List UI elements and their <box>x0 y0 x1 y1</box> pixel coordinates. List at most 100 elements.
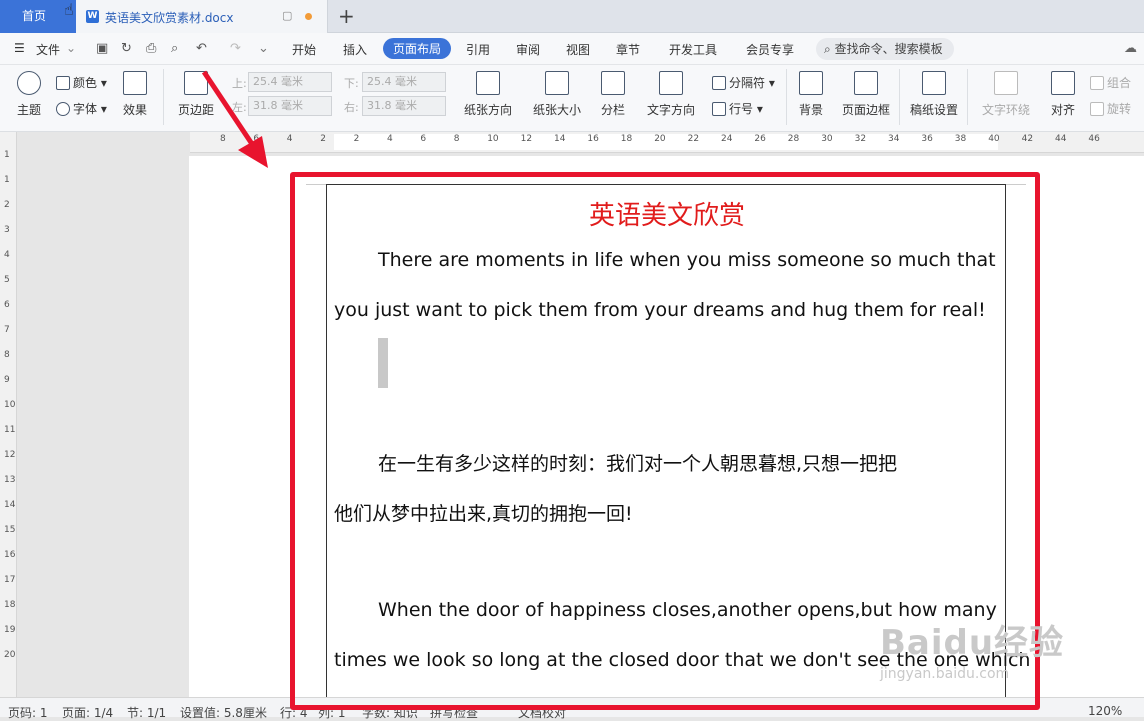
ruler-tick-label: 46 <box>1088 134 1100 144</box>
menu-member[interactable]: 会员专享 <box>746 41 794 58</box>
ruler-tick-label: 44 <box>1055 134 1067 144</box>
vertical-ruler[interactable]: 1 1 2 3 4 5 6 7 8 9 10 11 12 13 14 15 16 17 18 19 20 <box>0 132 17 697</box>
ruler-tick-label: 2 <box>320 134 326 144</box>
status-pages: 页面: 1/4 <box>62 706 114 720</box>
tab-document[interactable]: W 英语美文欣赏素材.docx ▢ <box>76 0 328 33</box>
ruler-tick-label: 15 <box>4 525 16 535</box>
orientation-icon <box>476 71 500 95</box>
print-icon[interactable]: ⎙ <box>146 41 156 56</box>
mouse-pointer-icon: ☝ <box>64 0 74 19</box>
paper-size-button[interactable]: 纸张大小 <box>529 71 585 118</box>
ruler-tick-label: 1 <box>4 175 10 185</box>
redo-icon[interactable]: ↷ <box>230 41 241 56</box>
background-button[interactable]: 背景 <box>796 71 826 118</box>
text-wrap-button[interactable]: 文字环绕 <box>978 71 1034 118</box>
ruler-tick-label: 16 <box>4 550 16 560</box>
status-setting: 设置值: 5.8厘米 <box>180 706 267 720</box>
menu-view[interactable]: 视图 <box>566 41 590 58</box>
rotate-icon <box>1090 102 1104 116</box>
font-button[interactable]: 字体 ▾ <box>56 100 107 117</box>
save-icon[interactable]: ▣ <box>96 41 108 56</box>
color-button[interactable]: 颜色 ▾ <box>56 74 107 91</box>
separator-button[interactable]: 分隔符 ▾ <box>712 74 775 91</box>
ruler-tick-label: 16 <box>587 134 599 144</box>
document-heading[interactable]: 英语美文欣赏 <box>327 195 1007 232</box>
columns-icon <box>601 71 625 95</box>
status-words[interactable]: 字数: 知识 <box>362 704 418 721</box>
ruler-tick-label: 11 <box>4 425 16 435</box>
menu-section[interactable]: 章节 <box>616 41 640 58</box>
rotate-button[interactable]: 旋转 <box>1090 100 1131 117</box>
margin-corner-mark <box>1006 184 1026 185</box>
zoom-level[interactable]: 120% <box>1088 704 1122 718</box>
text-direction-button[interactable]: 文字方向 <box>643 71 699 118</box>
ruler-tick-label: 40 <box>988 134 1000 144</box>
text-line: There are moments in life when you miss … <box>378 249 996 271</box>
paper-settings-button[interactable]: 稿纸设置 <box>908 71 960 118</box>
menu-developer[interactable]: 开发工具 <box>669 41 717 58</box>
ruler-tick-label: 6 <box>420 134 427 144</box>
margin-corner-mark <box>306 184 326 185</box>
columns-button[interactable]: 分栏 <box>598 71 628 118</box>
ruler-tick-label: 14 <box>554 134 566 144</box>
page-border-icon <box>854 71 878 95</box>
ruler-tick-label: 14 <box>4 500 16 510</box>
horizontal-ruler[interactable]: 8 6 4 2 2 4 6 8 10 12 14 16 18 20 22 24 26 28 30 32 34 36 38 40… <box>190 132 1144 153</box>
paper-size-icon <box>545 71 569 95</box>
ruler-tick-label: 20 <box>654 134 666 144</box>
ruler-tick-label: 42 <box>1021 134 1034 144</box>
theme-button[interactable]: 主题 <box>12 71 46 118</box>
ruler-tick-label: 34 <box>888 134 900 144</box>
pin-icon[interactable]: ▢ <box>282 9 292 22</box>
ruler-tick-label: 2 <box>4 200 10 210</box>
status-col: 列: 1 <box>318 706 346 720</box>
status-section: 节: 1/1 <box>127 706 167 720</box>
left-margin-input[interactable]: 31.8 毫米 <box>248 96 332 116</box>
ruler-tick-label: 4 <box>4 250 10 260</box>
margins-button[interactable]: 页边距 <box>174 71 218 118</box>
ruler-tick-label: 3 <box>4 225 10 235</box>
quick-access-more-icon[interactable]: ⌄ <box>258 41 269 56</box>
menu-start[interactable]: 开始 <box>292 41 316 58</box>
align-icon <box>1051 71 1075 95</box>
status-bar: 页码: 1 页面: 1/4 节: 1/1 设置值: 5.8厘米 行: 4 列: … <box>0 697 1144 720</box>
spell-check-toggle[interactable]: 拼写检查 <box>430 704 478 721</box>
command-search[interactable]: ⌕ 查找命令、搜索模板 <box>816 38 954 60</box>
effect-button[interactable]: 效果 <box>118 71 152 118</box>
menu-review[interactable]: 审阅 <box>516 41 540 58</box>
ruler-tick-label: 13 <box>4 475 16 485</box>
doc-check-toggle[interactable]: 文档校对 <box>518 704 566 721</box>
new-tab-button[interactable]: + <box>338 4 355 28</box>
group-button[interactable]: 组合 <box>1090 74 1131 91</box>
page-border-button[interactable]: 页面边框 <box>840 71 892 118</box>
ruler-tick-label: 12 <box>520 134 533 144</box>
palette-icon <box>17 71 41 95</box>
text-line: 他们从梦中拉出来,真切的拥抱一回! <box>334 503 633 525</box>
text-direction-icon <box>659 71 683 95</box>
ruler-tick-label: 26 <box>754 134 766 144</box>
export-icon[interactable]: ↻ <box>121 41 132 56</box>
bottom-margin-input[interactable]: 25.4 毫米 <box>362 72 446 92</box>
chevron-down-icon[interactable]: ⌄ <box>66 41 76 55</box>
top-margin-input[interactable]: 25.4 毫米 <box>248 72 332 92</box>
line-number-button[interactable]: 行号 ▾ <box>712 100 763 117</box>
orientation-button[interactable]: 纸张方向 <box>460 71 516 118</box>
grid-paper-icon <box>922 71 946 95</box>
menu-insert[interactable]: 插入 <box>343 41 367 58</box>
ruler-tick-label: 24 <box>721 134 733 144</box>
right-margin-label: 右: <box>344 101 359 114</box>
watermark-brand: Baidu经验 <box>880 623 1065 663</box>
ribbon-divider <box>786 69 787 125</box>
file-menu-icon[interactable]: ☰ <box>14 41 25 55</box>
undo-icon[interactable]: ↶ <box>196 41 207 56</box>
print-preview-icon[interactable]: ⌕ <box>171 41 178 56</box>
menu-references[interactable]: 引用 <box>466 41 490 58</box>
ribbon-page-layout: 主题 颜色 ▾ 字体 ▾ 效果 页边距 上: 25.4 毫米 左: 31.8 毫… <box>0 65 1144 132</box>
file-menu[interactable]: 文件 <box>36 41 60 58</box>
align-button[interactable]: 对齐 <box>1046 71 1080 118</box>
right-margin-input[interactable]: 31.8 毫米 <box>362 96 446 116</box>
background-icon <box>799 71 823 95</box>
ribbon-divider <box>899 69 900 125</box>
cloud-icon[interactable]: ☁ <box>1124 41 1137 56</box>
menu-page-layout[interactable]: 页面布局 <box>383 38 452 59</box>
